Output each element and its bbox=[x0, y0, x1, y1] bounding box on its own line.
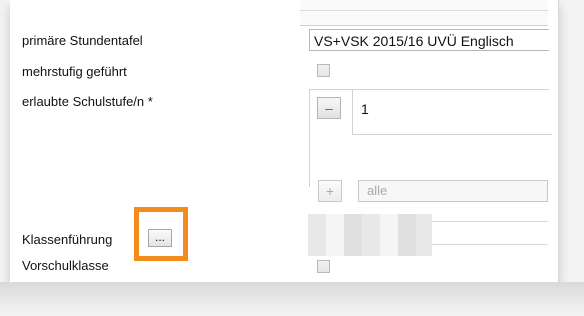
table-header-line bbox=[300, 10, 548, 11]
primary-timetable-field[interactable]: VS+VSK 2015/16 UVÜ Englisch bbox=[309, 29, 549, 51]
add-level-button[interactable]: + bbox=[318, 180, 342, 202]
preschool-class-checkbox[interactable] bbox=[317, 260, 330, 273]
remove-level-button[interactable]: – bbox=[317, 97, 341, 119]
class-management-field[interactable] bbox=[432, 221, 548, 245]
bottom-shadow bbox=[0, 282, 584, 316]
highlight-box bbox=[134, 207, 188, 261]
add-level-input[interactable]: alle bbox=[358, 180, 548, 202]
multilevel-checkbox[interactable] bbox=[317, 64, 330, 77]
multilevel-label: mehrstufig geführt bbox=[22, 64, 127, 79]
blurred-value bbox=[308, 214, 432, 256]
table-header-strip bbox=[300, 0, 548, 26]
class-management-label: Klassenführung bbox=[22, 232, 113, 247]
primary-timetable-label: primäre Stundentafel bbox=[22, 33, 143, 48]
allowed-level-value: 1 bbox=[352, 89, 552, 135]
preschool-class-label: Vorschulklasse bbox=[22, 258, 109, 273]
allowed-levels-label: erlaubte Schulstufe/n * bbox=[22, 94, 153, 109]
